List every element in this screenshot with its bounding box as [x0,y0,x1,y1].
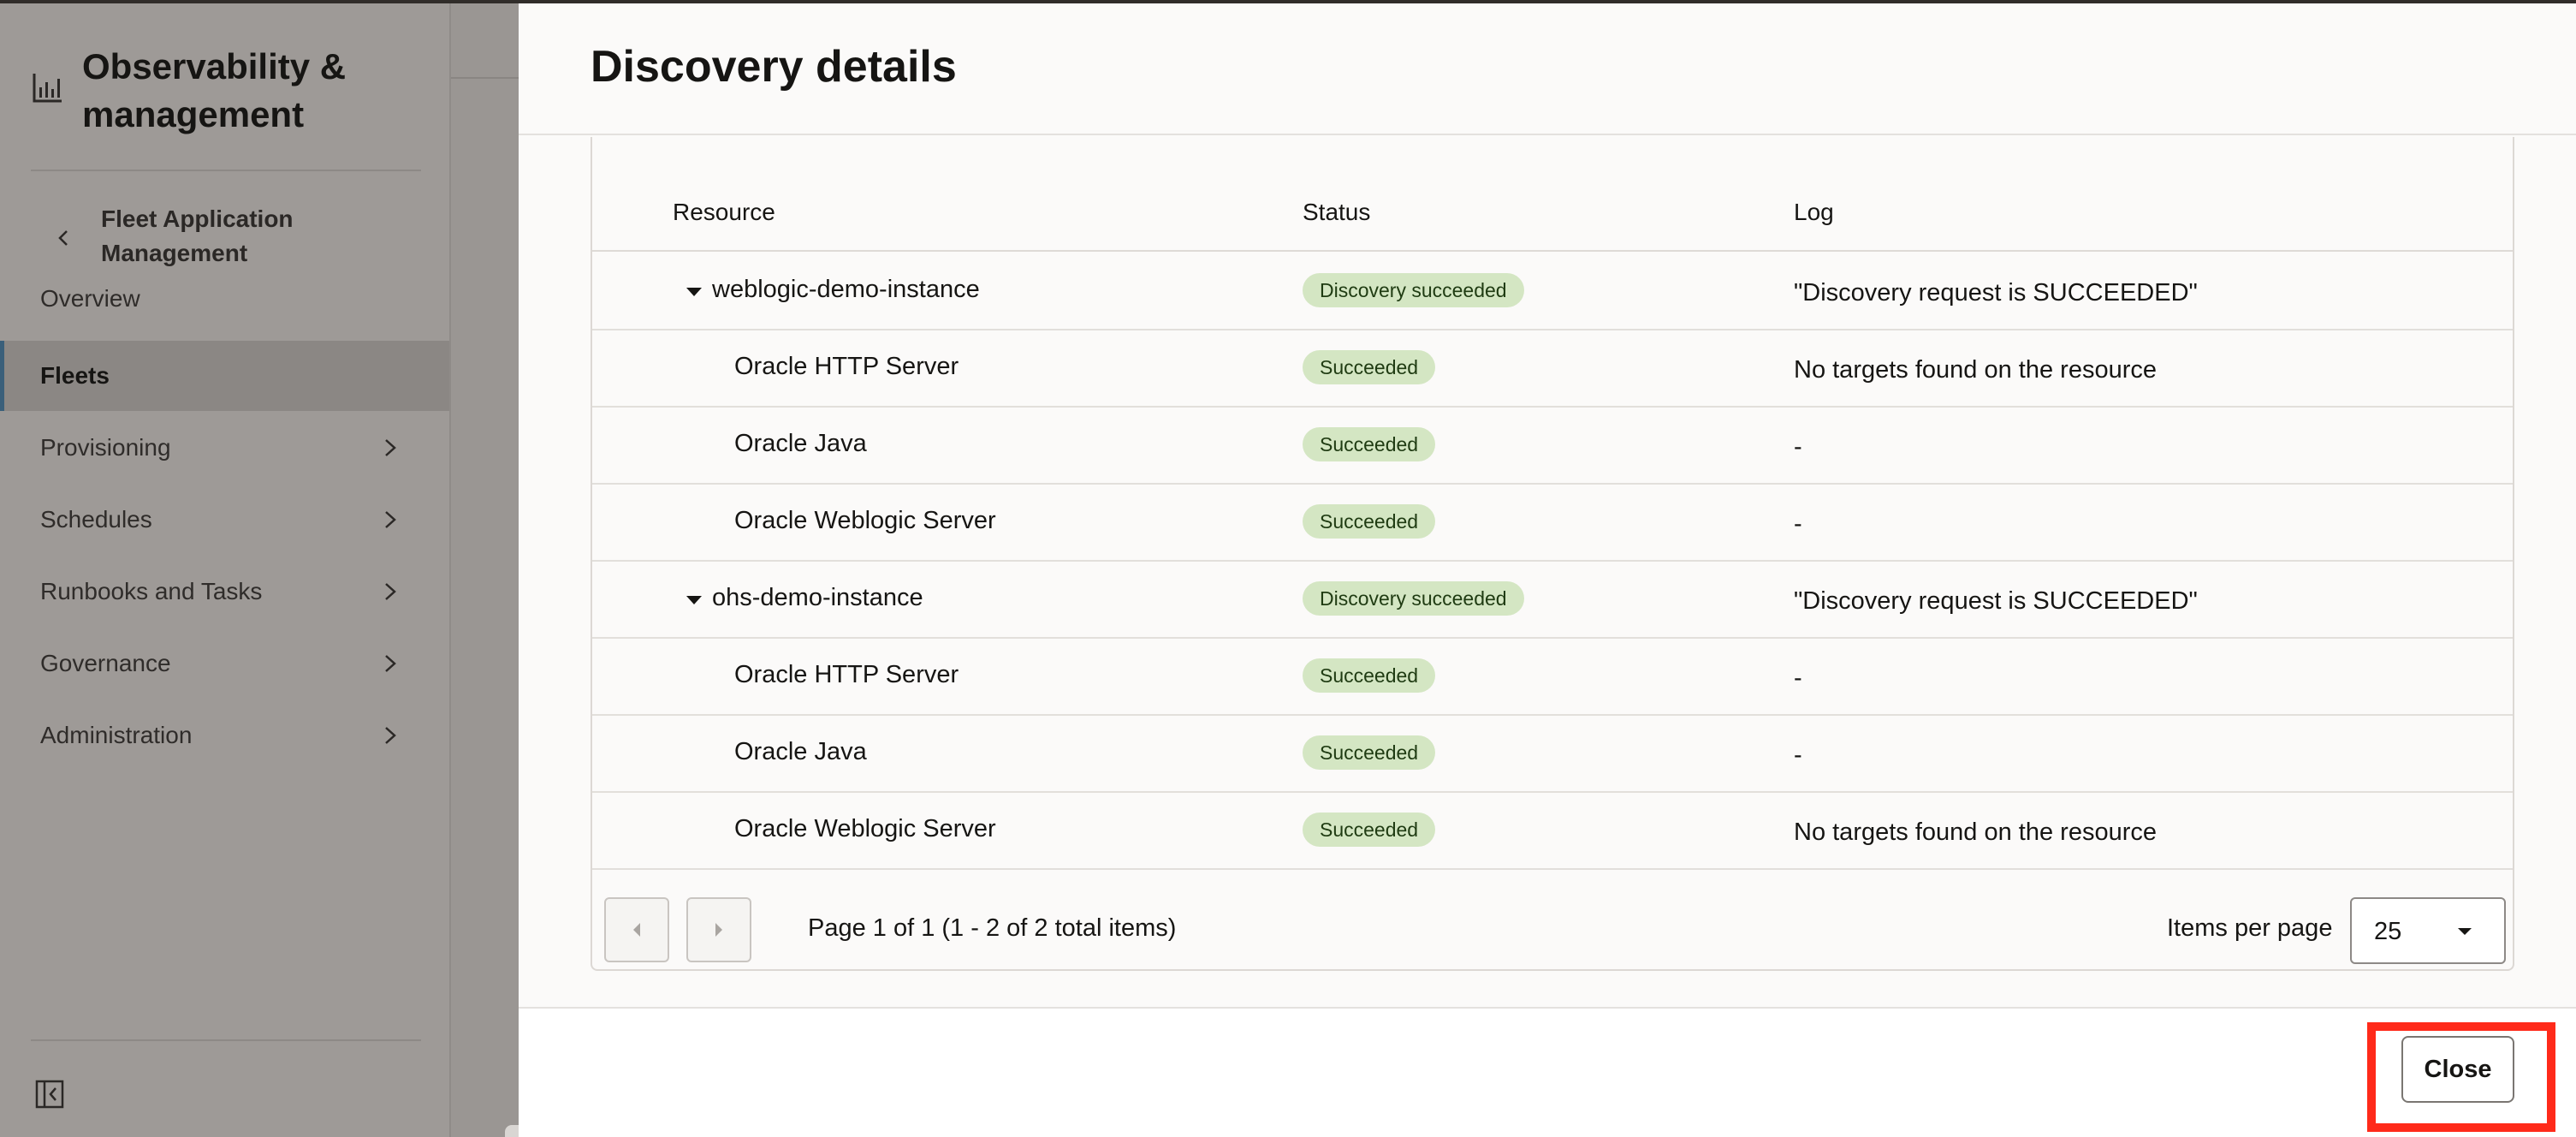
sidebar-title: Observability & management [82,46,347,134]
status-badge: Succeeded [1303,504,1436,539]
top-border [0,0,2576,3]
chevron-right-icon [385,655,396,672]
log-text: - [1794,433,1802,461]
collapse-sidebar-icon[interactable] [34,1079,65,1110]
sidebar-item-fleets[interactable]: Fleets [0,341,449,411]
table-row: weblogic-demo-instance Discovery succeed… [592,253,2513,330]
triangle-left-icon [633,923,640,937]
caret-down-icon[interactable] [685,594,703,606]
resource-name: Oracle Java [734,430,867,457]
triangle-right-icon [715,923,722,937]
resource-name: Oracle Weblogic Server [734,815,996,842]
log-text: "Discovery request is SUCCEEDED" [1794,279,2198,307]
status-badge: Discovery succeeded [1303,581,1524,616]
resource-name: weblogic-demo-instance [712,276,980,303]
table-row: Oracle Java Succeeded - [592,408,2513,485]
table-row: Oracle Java Succeeded - [592,716,2513,793]
sidebar-item-administration[interactable]: Administration [0,700,449,771]
log-text: - [1794,741,1802,769]
chevron-left-icon [58,230,68,246]
sidebar-item-label: Provisioning [40,434,171,461]
log-text: - [1794,510,1802,538]
sidebar-divider [31,170,421,171]
previous-page-button[interactable] [604,897,669,962]
status-badge: Succeeded [1303,427,1436,461]
page-status-text: Page 1 of 1 (1 - 2 of 2 total items) [808,914,1177,942]
log-text: No targets found on the resource [1794,819,2157,846]
table-row: Oracle HTTP Server Succeeded - [592,639,2513,716]
table-row: ohs-demo-instance Discovery succeeded "D… [592,562,2513,639]
status-badge: Discovery succeeded [1303,273,1524,307]
sidebar-item-overview[interactable]: Overview [0,269,449,329]
log-text: "Discovery request is SUCCEEDED" [1794,587,2198,615]
table-row: Oracle HTTP Server Succeeded No targets … [592,330,2513,408]
column-header-log[interactable]: Log [1794,199,1834,226]
back-link[interactable]: Fleet Application Management [51,202,341,271]
sidebar-item-label: Runbooks and Tasks [40,578,263,604]
close-button[interactable]: Close [2401,1036,2514,1103]
sidebar-header: Observability & management [31,43,407,139]
caret-down-icon[interactable] [685,286,703,298]
log-text: No targets found on the resource [1794,356,2157,384]
discovery-table: Resource Status Log weblogic-demo-instan… [591,137,2514,971]
caret-down-icon [2458,928,2472,935]
background-header-line [451,77,519,79]
table-row: Oracle Weblogic Server Succeeded - [592,485,2513,562]
sidebar-item-label: Schedules [40,506,152,533]
sidebar-item-schedules[interactable]: Schedules [0,485,449,555]
panel-title: Discovery details [591,42,957,92]
items-per-page-select[interactable]: 25 [2350,897,2506,964]
sidebar-item-label: Overview [40,285,140,312]
discovery-details-panel: Discovery details Resource Status Log we… [519,3,2576,1137]
sidebar-item-label: Governance [40,650,171,676]
pagination: Page 1 of 1 (1 - 2 of 2 total items) Ite… [592,873,2513,967]
items-per-page-value: 25 [2374,918,2402,945]
resource-name: ohs-demo-instance [712,584,923,611]
chart-icon [33,74,62,103]
sidebar-item-runbooks-and-tasks[interactable]: Runbooks and Tasks [0,557,449,627]
status-badge: Succeeded [1303,658,1436,693]
panel-footer: Close [519,1007,2576,1137]
sidebar-item-label: Fleets [40,362,110,389]
sidebar-item-label: Administration [40,722,193,748]
items-per-page-label: Items per page [2167,914,2333,942]
chevron-right-icon [385,511,396,528]
status-badge: Succeeded [1303,350,1436,384]
background-page [451,3,519,1137]
table-row: Oracle Weblogic Server Succeeded No targ… [592,793,2513,870]
chevron-right-icon [385,439,396,456]
chevron-right-icon [385,727,396,744]
column-header-status[interactable]: Status [1303,199,1370,226]
status-badge: Succeeded [1303,813,1436,847]
status-badge: Succeeded [1303,735,1436,770]
panel-header: Discovery details [519,3,2576,135]
app-root: Observability & management Fleet Applica… [0,0,2576,1137]
chevron-right-icon [385,583,396,600]
sidebar-divider [31,1039,421,1041]
resource-name: Oracle Java [734,738,867,765]
column-header-resource[interactable]: Resource [673,199,775,226]
resource-name: Oracle Weblogic Server [734,507,996,534]
back-link-label: Fleet Application Management [101,205,294,266]
sidebar-item-provisioning[interactable]: Provisioning [0,413,449,483]
sidebar: Observability & management Fleet Applica… [0,3,451,1137]
next-page-button[interactable] [686,897,751,962]
resource-name: Oracle HTTP Server [734,353,959,380]
table-header: Resource Status Log [592,137,2513,252]
log-text: - [1794,664,1802,692]
sidebar-item-governance[interactable]: Governance [0,628,449,699]
resource-name: Oracle HTTP Server [734,661,959,688]
